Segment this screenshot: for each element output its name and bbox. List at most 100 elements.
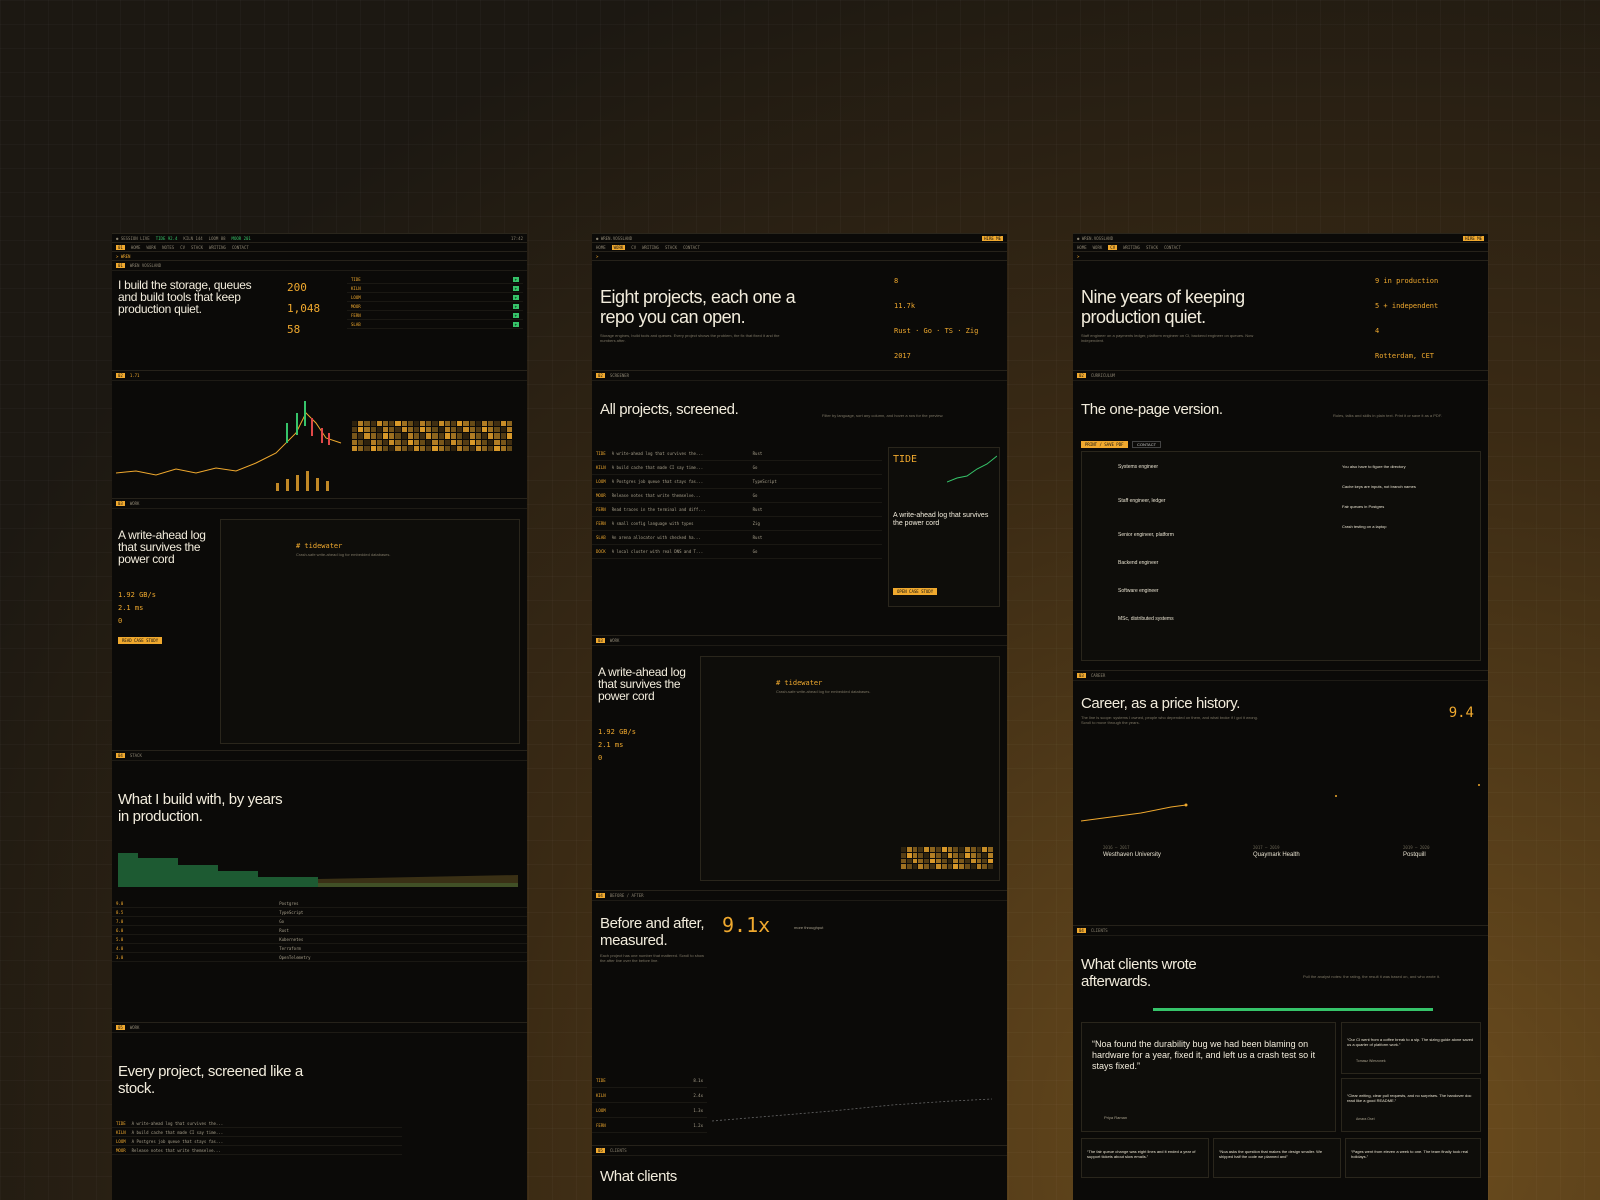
data-loss-value: 0 [598, 754, 603, 762]
heat-cell [364, 421, 370, 427]
stack-row[interactable]: 9.0 Postgres [112, 899, 527, 908]
table-row[interactable]: KILN A build cache that made CI say time.… [112, 1128, 402, 1137]
heat-cell [488, 427, 494, 433]
heat-cell [959, 847, 964, 852]
heat-cell [358, 445, 364, 451]
heat-cell [420, 427, 426, 433]
table-row[interactable]: FERN Read traces in the terminal and diff… [592, 503, 882, 517]
heat-cell [482, 433, 488, 439]
heat-cell [457, 427, 463, 433]
career-title: Career, as a price history. [1081, 695, 1240, 712]
clients-title: What clients [600, 1168, 677, 1185]
heat-cell [982, 864, 988, 869]
heat-cell [370, 445, 376, 451]
table-row[interactable]: LOOM A Postgres job queue that stays fas.… [112, 1137, 402, 1146]
table-row[interactable]: TIDE A write-ahead log that survives the.… [112, 1119, 402, 1128]
panel-cv: ● WREN.VOSSLAND HIRE ME HOME WORK CV WRITING… [1073, 233, 1488, 1200]
heat-cell [432, 421, 438, 427]
heat-cell [463, 421, 469, 427]
heat-cell [494, 439, 500, 445]
ticker-value: 1.71 [129, 373, 140, 378]
stock-section: 05 WORK Every project, screened like a st… [112, 1023, 527, 1200]
heat-cell [930, 864, 935, 869]
stack-row[interactable]: 5.0 Kubernetes [112, 935, 527, 944]
heat-cell [500, 421, 506, 427]
project-section: 03 WORK A write-ahead log that survives t… [112, 499, 527, 751]
heat-cell [475, 427, 482, 433]
stack-row[interactable]: 3.0 OpenTelemetry [112, 953, 527, 962]
table-row[interactable]: DOCK A local cluster with real DNS and T.… [592, 545, 882, 559]
heat-cell [912, 858, 918, 864]
nav-home[interactable]: 01 [116, 244, 125, 250]
talk-item: Cache keys are inputs, not branch names [1342, 484, 1416, 489]
heat-cell [500, 439, 506, 445]
stack-row[interactable]: 7.0 Go [112, 917, 527, 926]
quote-author: Amara Osei [1356, 1117, 1375, 1121]
table-row[interactable]: TIDE A write-ahead log that survives the.… [592, 447, 882, 461]
heat-cell [364, 433, 370, 439]
heat-cell [970, 864, 976, 869]
contact-button[interactable]: CONTACT [1131, 441, 1162, 448]
heat-cell [488, 421, 494, 427]
heat-cell [395, 433, 401, 439]
readme-subtitle: Crash-safe write-ahead log for embedded … [296, 552, 391, 557]
role-item: Software engineer [1118, 588, 1159, 594]
hero-title: Eight projects, each one a repo you can … [600, 287, 796, 327]
role-item: Staff engineer, ledger [1118, 498, 1166, 504]
table-row[interactable]: MOOR Release notes that write themselve..… [592, 489, 882, 503]
heat-cell [444, 433, 451, 439]
heat-cell [494, 421, 500, 427]
table-row[interactable]: KILN 2.4x [592, 1088, 707, 1103]
heat-cell [475, 421, 482, 427]
table-row[interactable]: TIDE 8.1x [592, 1073, 707, 1088]
quote-card: “Pages went from eleven a week to one. T… [1345, 1138, 1481, 1178]
table-row[interactable]: KILN A build cache that made CI say time.… [592, 461, 882, 475]
heat-cell [352, 445, 358, 451]
heat-cell [364, 439, 370, 445]
table-row[interactable]: FERN 1.2x [592, 1118, 707, 1133]
print-pdf-button[interactable]: PRINT / SAVE PDF [1081, 441, 1128, 448]
stat-releases: 58 [287, 323, 301, 336]
heat-cell [438, 433, 444, 439]
stack-row[interactable]: 8.5 TypeScript [112, 908, 527, 917]
quote-card: “Clear writing, clear pull requests, and… [1341, 1078, 1481, 1132]
heat-cell [358, 439, 364, 445]
stack-row[interactable]: 6.0 Rust [112, 926, 527, 935]
projects-value: 8 [894, 277, 899, 285]
heat-cell [438, 439, 444, 445]
heat-cell [482, 421, 488, 427]
stack-area-chart [118, 853, 518, 887]
heat-cell [918, 864, 924, 869]
heat-cell [918, 858, 924, 864]
heat-cell [407, 445, 413, 451]
heat-cell [506, 433, 512, 439]
heat-cell [976, 847, 982, 852]
heat-cell [976, 852, 982, 858]
heat-cell [482, 445, 488, 451]
before-after-chart [712, 1098, 992, 1122]
watchlist: TIDE + KILN + LOOM + MOOR + FERN + SLAB + [347, 275, 523, 345]
heat-cell [395, 427, 401, 433]
table-row[interactable]: MOOR Release notes that write themselve..… [112, 1146, 402, 1155]
before-after-unit: more throughput [794, 925, 824, 930]
read-case-study-button[interactable]: READ CASE STUDY [118, 637, 163, 644]
open-case-study-button[interactable]: OPEN CASE STUDY [893, 588, 938, 595]
table-row[interactable]: LOOM A Postgres job queue that stays fas.… [592, 475, 882, 489]
heat-cell [935, 864, 941, 869]
table-row[interactable]: SLAB An arena allocator with checked ha..… [592, 531, 882, 545]
hire-button[interactable]: HIRE ME [1463, 235, 1484, 241]
stack-row[interactable]: 4.0 Terraform [112, 944, 527, 953]
one-page-title: The one-page version. [1081, 401, 1223, 418]
table-row[interactable]: LOOM 1.3x [592, 1103, 707, 1118]
heat-cell [906, 864, 912, 869]
readme-window: # tidewater Crash-safe write-ahead log f… [220, 519, 520, 744]
hire-button[interactable]: HIRE ME [982, 235, 1003, 241]
heat-cell [389, 427, 395, 433]
table-row[interactable]: FERN A small config language with types Zi… [592, 517, 882, 531]
heat-cell [488, 433, 494, 439]
search-bar: > [1073, 252, 1488, 261]
heat-cell [413, 445, 420, 451]
heat-cell [438, 421, 444, 427]
heat-cell [506, 445, 512, 451]
heat-cell [506, 427, 512, 433]
